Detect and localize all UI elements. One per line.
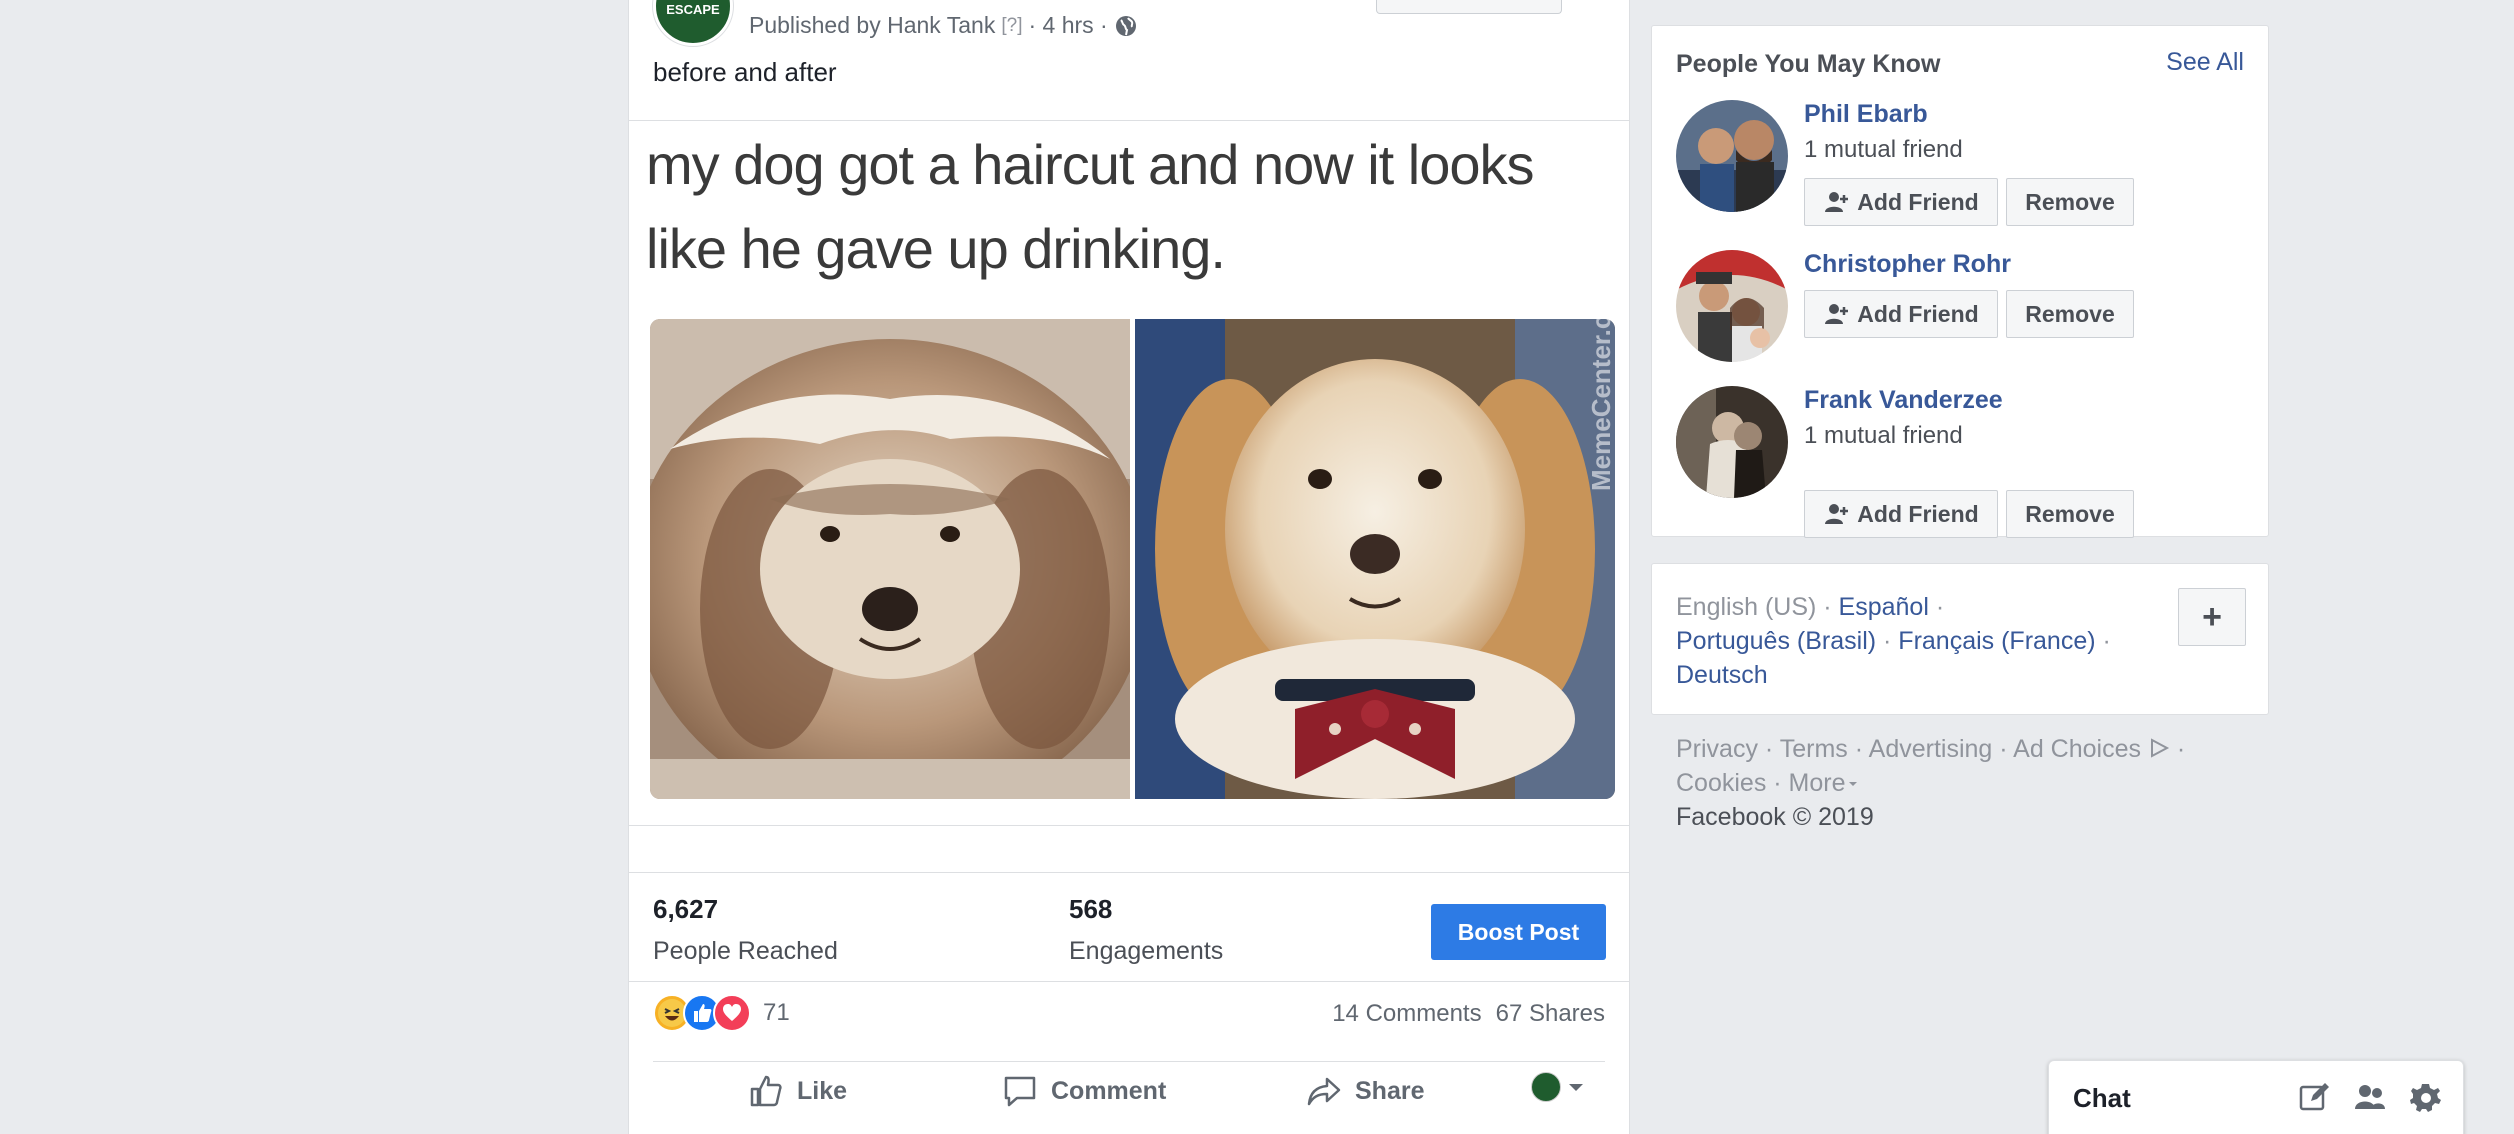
language-portugues[interactable]: Português (Brasil) bbox=[1676, 627, 1876, 655]
engagement-counts: 14 Comments 67 Shares bbox=[1332, 1000, 1605, 1028]
top-action-button[interactable] bbox=[1376, 0, 1562, 14]
pymk-title: People You May Know bbox=[1676, 50, 1941, 78]
engagements-stat[interactable]: 568 Engagements bbox=[1069, 894, 1223, 966]
post-meta: Published by Hank Tank [?] · 4 hrs · bbox=[749, 12, 1138, 39]
cookies-link[interactable]: Cookies bbox=[1676, 769, 1766, 797]
footer-links: Privacy · Terms · Advertising · Ad Choic… bbox=[1676, 735, 2186, 831]
post-caption: before and after bbox=[653, 57, 837, 87]
ad-choices-link[interactable]: Ad Choices bbox=[2013, 735, 2170, 763]
post-as-selector[interactable] bbox=[1531, 1072, 1587, 1102]
mutual-friends[interactable]: 1 mutual friend bbox=[1804, 422, 1963, 450]
remove-button[interactable]: Remove bbox=[2006, 490, 2134, 538]
chevron-down-icon bbox=[1569, 1084, 1583, 1091]
add-friend-button[interactable]: Add Friend bbox=[1804, 178, 1998, 226]
chat-bar[interactable]: Chat bbox=[2048, 1060, 2464, 1134]
add-friend-label: Add Friend bbox=[1857, 188, 1979, 215]
current-language: English (US) bbox=[1676, 593, 1817, 621]
divider bbox=[629, 872, 1629, 873]
reaction-count: 71 bbox=[763, 999, 790, 1026]
chevron-down-icon bbox=[1848, 782, 1857, 786]
language-deutsch[interactable]: Deutsch bbox=[1676, 661, 1768, 689]
reach-label: People Reached bbox=[653, 937, 838, 965]
remove-button[interactable]: Remove bbox=[2006, 290, 2134, 338]
language-espanol[interactable]: Español bbox=[1839, 593, 1929, 621]
reactions-summary[interactable]: 71 bbox=[653, 994, 790, 1032]
see-all-link[interactable]: See All bbox=[2166, 48, 2244, 77]
comment-icon bbox=[1004, 1076, 1036, 1107]
language-list: English (US) · Español · Português (Bras… bbox=[1676, 593, 2111, 689]
comment-label: Comment bbox=[1051, 1076, 1167, 1105]
share-button[interactable]: Share bbox=[1305, 1072, 1424, 1110]
help-marker[interactable]: [?] bbox=[1001, 15, 1022, 37]
privacy-link[interactable]: Privacy bbox=[1676, 735, 1758, 763]
published-by[interactable]: Published by Hank Tank bbox=[749, 12, 995, 39]
add-friend-button[interactable]: Add Friend bbox=[1804, 290, 1998, 338]
chat-label: Chat bbox=[2073, 1083, 2131, 1113]
add-friend-icon bbox=[1825, 192, 1849, 212]
ad-choices-label: Ad Choices bbox=[2013, 735, 2142, 763]
share-icon bbox=[1307, 1077, 1341, 1106]
dog-after-photo bbox=[1135, 319, 1615, 799]
add-friend-icon bbox=[1825, 504, 1849, 524]
terms-link[interactable]: Terms bbox=[1780, 735, 1848, 763]
new-message-icon[interactable] bbox=[2297, 1081, 2331, 1115]
comment-button[interactable]: Comment bbox=[1001, 1072, 1166, 1110]
mutual-friends[interactable]: 1 mutual friend bbox=[1804, 136, 1963, 164]
divider bbox=[629, 981, 1629, 982]
globe-icon bbox=[1115, 15, 1136, 36]
like-label: Like bbox=[797, 1076, 848, 1105]
more-languages-button[interactable]: + bbox=[2178, 588, 2246, 646]
boost-post-button[interactable]: Boost Post bbox=[1431, 904, 1606, 960]
copyright: Facebook © 2019 bbox=[1676, 803, 1874, 831]
reach-stat[interactable]: 6,627 People Reached bbox=[653, 894, 838, 966]
avatar[interactable] bbox=[1676, 386, 1788, 498]
language-card: English (US) · Español · Português (Bras… bbox=[1651, 563, 2269, 715]
person-name[interactable]: Frank Vanderzee bbox=[1804, 386, 2003, 415]
more-label: More bbox=[1788, 769, 1846, 797]
add-friend-label: Add Friend bbox=[1857, 300, 1979, 327]
gear-icon[interactable] bbox=[2409, 1081, 2443, 1115]
post-image[interactable]: my dog got a haircut and now it looks li… bbox=[629, 120, 1629, 826]
watermark: MemeCenter.com bbox=[1586, 275, 1616, 491]
page-mini-avatar bbox=[1531, 1072, 1561, 1102]
people-you-may-know-card: People You May Know See All Phil Ebarb 1… bbox=[1651, 25, 2269, 538]
post-actions: Like Comment Share bbox=[629, 1072, 1629, 1124]
shares-count[interactable]: 67 Shares bbox=[1496, 1000, 1605, 1028]
post-time[interactable]: · 4 hrs · bbox=[1028, 12, 1107, 39]
advertising-link[interactable]: Advertising bbox=[1869, 735, 1993, 763]
post-card: JUNKIES ESCAPE Published by Hank Tank [?… bbox=[628, 0, 1630, 1134]
person-name[interactable]: Phil Ebarb bbox=[1804, 100, 1928, 129]
thumbs-up-icon bbox=[750, 1075, 782, 1107]
more-link[interactable]: More bbox=[1789, 769, 1860, 797]
avatar[interactable] bbox=[1676, 250, 1788, 362]
ad-choices-icon bbox=[2150, 738, 2170, 758]
like-button[interactable]: Like bbox=[747, 1072, 847, 1110]
page-avatar[interactable]: JUNKIES ESCAPE bbox=[653, 0, 733, 46]
person-name[interactable]: Christopher Rohr bbox=[1804, 250, 2011, 279]
dog-before-photo bbox=[650, 319, 1130, 799]
share-label: Share bbox=[1355, 1076, 1425, 1105]
add-friend-icon bbox=[1825, 304, 1849, 324]
avatar[interactable] bbox=[1676, 100, 1788, 212]
engagements-label: Engagements bbox=[1069, 937, 1224, 965]
engagements-value: 568 bbox=[1069, 894, 1113, 924]
language-francais[interactable]: Français (France) bbox=[1898, 627, 2095, 655]
love-icon bbox=[713, 994, 751, 1032]
meme-text: my dog got a haircut and now it looks li… bbox=[646, 133, 1535, 280]
add-friend-button[interactable]: Add Friend bbox=[1804, 490, 1998, 538]
remove-button[interactable]: Remove bbox=[2006, 178, 2134, 226]
divider bbox=[653, 1061, 1605, 1062]
add-friend-label: Add Friend bbox=[1857, 500, 1979, 527]
comments-count[interactable]: 14 Comments bbox=[1332, 1000, 1481, 1028]
reach-value: 6,627 bbox=[653, 894, 719, 924]
create-group-icon[interactable] bbox=[2353, 1081, 2387, 1115]
